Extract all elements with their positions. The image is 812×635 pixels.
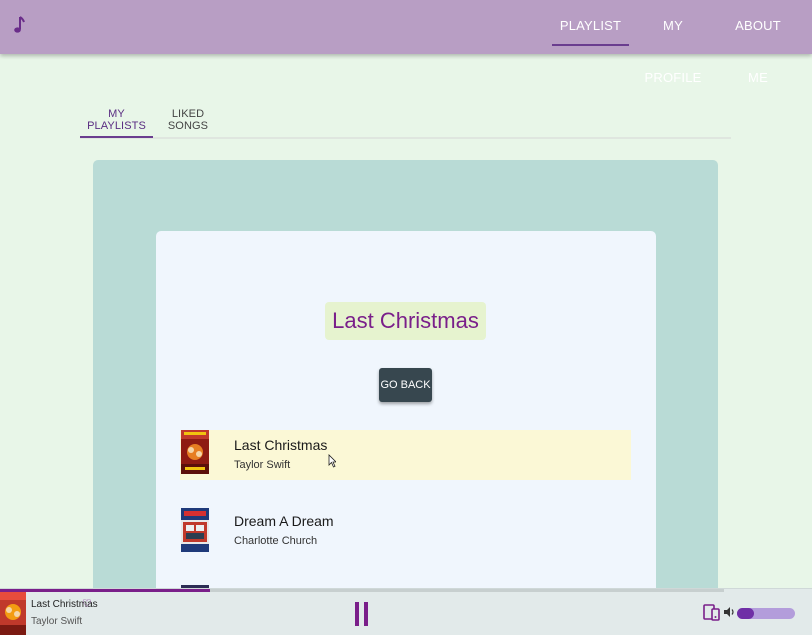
tab-liked-songs[interactable]: LIKED SONGS [156, 108, 220, 138]
song-title: Last Christmas [234, 437, 328, 453]
mouse-cursor-icon [328, 454, 336, 468]
tab-my-playlists[interactable]: MY PLAYLISTS [80, 108, 153, 138]
volume-icon[interactable] [724, 606, 736, 618]
player-bar: Last Christmas ♡ Taylor Swift [0, 588, 812, 635]
now-playing-art [0, 592, 26, 635]
nav-playlist[interactable]: PLAYLIST [552, 0, 629, 54]
album-art-image [181, 508, 209, 552]
top-nav-bar: PLAYLIST MY PROFILE ABOUT ME [0, 0, 812, 85]
song-row[interactable]: Dream A Dream Charlotte Church [180, 506, 631, 556]
song-artist: Taylor Swift [234, 459, 291, 471]
volume-slider[interactable] [737, 608, 795, 619]
like-heart-icon[interactable]: ♡ [82, 597, 92, 610]
song-row[interactable]: Last Christmas Taylor Swift [180, 430, 631, 480]
now-playing-artist: Taylor Swift [31, 616, 83, 627]
go-back-button[interactable]: GO BACK [379, 368, 432, 402]
pause-icon[interactable] [354, 602, 370, 626]
volume-fill [737, 608, 755, 619]
devices-icon[interactable] [703, 603, 720, 621]
playlist-title: Last Christmas [325, 302, 486, 340]
progress-bar[interactable] [0, 589, 724, 592]
album-art-image [181, 430, 209, 474]
music-note-icon[interactable] [12, 14, 26, 36]
nav-my-profile[interactable]: MY PROFILE [640, 0, 706, 85]
song-artist: Charlotte Church [234, 535, 318, 547]
song-title: Dream A Dream [234, 513, 334, 529]
progress-fill [0, 589, 210, 592]
nav-about-me[interactable]: ABOUT ME [728, 0, 788, 85]
